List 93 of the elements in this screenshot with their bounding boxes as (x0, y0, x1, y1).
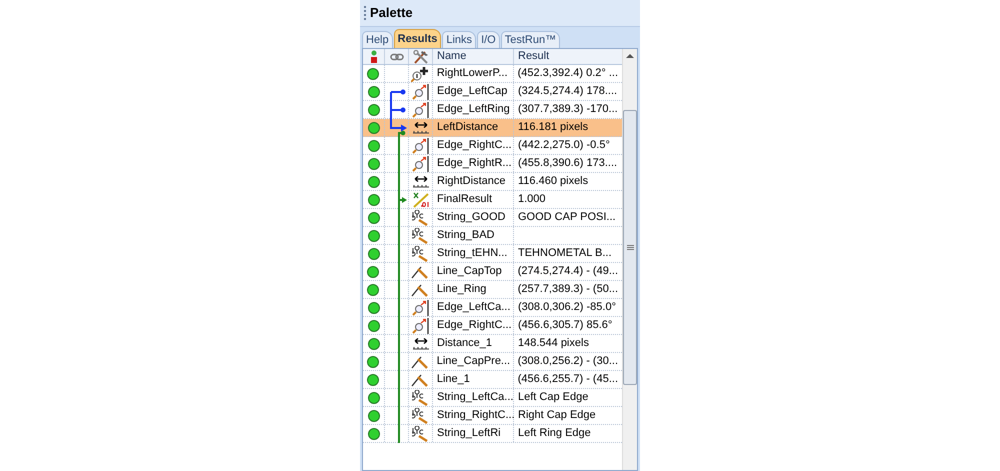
table-cell-text: 116.460 pixels (517, 174, 590, 190)
panel-title: Palette (370, 4, 413, 22)
table-cell: Line_CapTop (432, 263, 514, 280)
text-pencil-icon (412, 228, 430, 244)
tab[interactable]: TestRun™ (500, 31, 560, 48)
table-row[interactable]: Line_1 (456.6,255.7) - (45... (363, 371, 622, 389)
table-cell: Line_Ring (432, 281, 514, 298)
table-cell-text: (456.6,255.7) - (45... (516, 372, 619, 388)
table-cell: String_BAD (433, 227, 514, 244)
table-row[interactable]: Edge_RightR... (455.8,390.6) 173.... (363, 155, 622, 173)
magnifier-edge-icon (412, 138, 430, 154)
table-row[interactable]: Edge_RightC... (456.6,305.7) 85.6° (363, 317, 622, 335)
scrollbar[interactable] (622, 49, 637, 470)
table-row[interactable]: String_RightC... Right Cap Edge (363, 407, 622, 425)
text-pencil-icon (412, 210, 430, 226)
table-cell-text: (307.7,389.3) -170... (517, 102, 619, 118)
table-cell: Edge_RightC... (433, 317, 514, 334)
table-cell-text: GOOD CAP POSI... (517, 210, 617, 226)
table-cell-text: (274.5,274.4) - (49... (516, 264, 619, 280)
table-row[interactable]: RightDistance 116.460 pixels (363, 173, 622, 191)
column-header[interactable]: Name (433, 49, 514, 64)
text-pencil-icon (412, 246, 430, 262)
table-row[interactable]: RightLowerP... (452.3,392.4) 0.2° ... (363, 65, 622, 83)
table-cell: FinalResult (433, 191, 514, 208)
table-row[interactable]: String_BAD (363, 227, 622, 245)
table-row[interactable]: Edge_LeftCap (324.5,274.4) 178.... (363, 83, 622, 101)
table-cell-text: 1.000 (517, 192, 547, 208)
table-cell-text: TEHNOMETAL B... (517, 246, 613, 262)
tab[interactable]: Links (442, 31, 476, 48)
table-cell-text: (456.6,305.7) 85.6° (517, 318, 614, 334)
probe-point-icon (411, 66, 430, 82)
table-cell: LeftDistance (433, 119, 514, 136)
table-row[interactable]: Distance_1 148.544 pixels (363, 335, 622, 353)
table-cell-text: (308.0,256.2) - (30... (516, 354, 619, 370)
hammer-wrench-icon (412, 50, 428, 64)
table-cell-text: (452.3,392.4) 0.2° ... (516, 66, 620, 82)
table-cell: String_LeftCa... (433, 389, 514, 406)
table-row[interactable]: String_LeftCa... Left Cap Edge (363, 389, 622, 407)
formula-icon (412, 192, 430, 208)
table-cell: Line_1 (432, 371, 514, 388)
magnifier-edge-icon (412, 318, 430, 334)
table-cell-text: Left Cap Edge (517, 390, 590, 406)
table-cell: Distance_1 (433, 335, 514, 352)
table-row[interactable]: Edge_LeftRing (307.7,389.3) -170... (363, 101, 622, 119)
table-cell: Edge_RightR... (433, 155, 514, 172)
table-row[interactable]: String_LeftRi Left Ring Edge (363, 425, 622, 443)
magnifier-edge-icon (412, 102, 430, 118)
table-cell-text: Left Ring Edge (517, 426, 592, 442)
table-cell: String_LeftRi (433, 425, 514, 442)
tab[interactable]: I/O (477, 31, 500, 48)
table-cell: RightDistance (433, 173, 514, 190)
text-pencil-icon (412, 426, 430, 442)
magnifier-edge-icon (412, 156, 430, 172)
table-cell-text: Right Cap Edge (517, 408, 597, 424)
table-cell-text: (308.0,306.2) -85.0° (517, 300, 617, 316)
table-cell-text: (455.8,390.6) 173.... (517, 156, 618, 172)
scrollbar-thumb[interactable] (623, 110, 637, 385)
magnifier-edge-icon (412, 300, 430, 316)
table-cell-text: 148.544 pixels (517, 336, 590, 352)
text-pencil-icon (412, 408, 430, 424)
text-pencil-icon (412, 390, 430, 406)
table-row[interactable]: String_tEHN... TEHNOMETAL B... (363, 245, 622, 263)
scroll-up-icon[interactable] (626, 54, 634, 58)
table-row[interactable]: Line_Ring (257.7,389.3) - (50... (363, 281, 622, 299)
status-light-icon (370, 50, 378, 64)
table-cell-text: 116.181 pixels (517, 120, 590, 136)
magnifier-edge-icon (412, 84, 430, 100)
chain-link-icon (390, 52, 404, 60)
table-cell-text: (442.2,275.0) -0.5° (517, 138, 611, 154)
table-row[interactable]: Line_CapTop (274.5,274.4) - (49... (363, 263, 622, 281)
table-row[interactable]: FinalResult 1.000 (363, 191, 622, 209)
table-cell: String_GOOD (433, 209, 514, 226)
table-cell: String_tEHN... (433, 245, 514, 262)
table-cell: RightLowerP... (432, 65, 514, 82)
table-row[interactable]: LeftDistance 116.181 pixels (363, 119, 622, 137)
column-header[interactable]: Result (514, 49, 622, 64)
table-row[interactable]: Edge_LeftCa... (308.0,306.2) -85.0° (363, 299, 622, 317)
table-cell: Line_CapPre... (432, 353, 514, 370)
distance-ruler-icon (412, 336, 430, 350)
table-cell-text: (324.5,274.4) 178.... (517, 84, 618, 100)
tab[interactable]: Results (394, 29, 442, 48)
table-cell: Edge_LeftRing (433, 101, 514, 118)
table-cell: Edge_LeftCa... (433, 299, 514, 316)
table-cell-text: (257.7,389.3) - (50... (516, 282, 619, 298)
distance-ruler-icon (412, 174, 430, 188)
table-cell: Edge_RightC... (433, 137, 514, 154)
table-row[interactable]: Edge_RightC... (442.2,275.0) -0.5° (363, 137, 622, 155)
distance-ruler-icon (412, 120, 430, 134)
tab[interactable]: Help (362, 31, 393, 48)
table-row[interactable]: Line_CapPre... (308.0,256.2) - (30... (363, 353, 622, 371)
table-row[interactable]: String_GOOD GOOD CAP POSI... (363, 209, 622, 227)
table-cell: String_RightC... (433, 407, 514, 424)
table-cell: Edge_LeftCap (433, 83, 514, 100)
